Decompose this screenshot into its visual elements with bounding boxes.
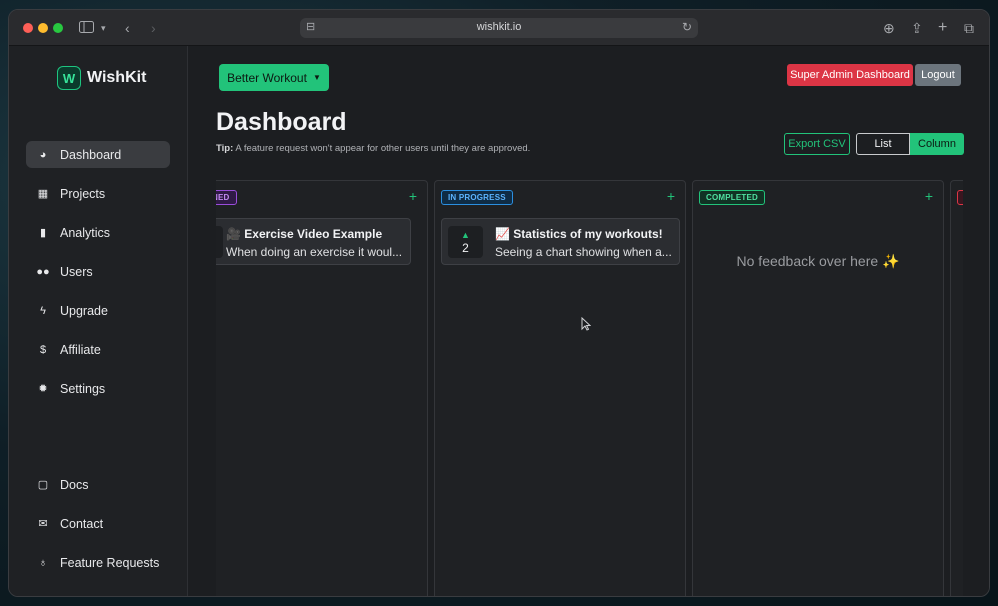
url-text: wishkit.io bbox=[476, 21, 522, 33]
sidebar-item-docs[interactable]: ▢ Docs bbox=[26, 471, 170, 498]
sidebar-item-upgrade[interactable]: ϟ Upgrade bbox=[26, 297, 170, 324]
page-title: Dashboard bbox=[216, 108, 347, 136]
list-view-button[interactable]: List bbox=[856, 133, 910, 155]
sidebar-item-label: Projects bbox=[60, 186, 106, 201]
minimize-window-button[interactable] bbox=[38, 23, 48, 33]
sidebar-item-label: Feature Requests bbox=[60, 555, 160, 570]
sidebar-item-label: Upgrade bbox=[60, 303, 108, 318]
caret-down-icon: ▼ bbox=[312, 73, 321, 82]
reload-icon[interactable]: ↻ bbox=[682, 20, 692, 34]
sidebar-toggle-icon[interactable] bbox=[79, 19, 94, 37]
project-selector-button[interactable]: Better Workout ▼ bbox=[219, 64, 329, 91]
tip-message: A feature request won't appear for other… bbox=[235, 143, 531, 154]
palette-icon: ◕ bbox=[39, 148, 47, 161]
card-description: Seeing a chart showing when a... bbox=[495, 245, 672, 259]
lightbulb-icon: ♁ bbox=[38, 556, 48, 569]
logout-button[interactable]: Logout bbox=[915, 64, 961, 86]
sidebar-item-contact[interactable]: ✉ Contact bbox=[26, 510, 170, 537]
grid-icon: ▦ bbox=[37, 188, 49, 200]
feedback-card[interactable]: 🎥 Exercise Video Example When doing an e… bbox=[216, 218, 411, 265]
sidebar-item-projects[interactable]: ▦ Projects bbox=[26, 180, 170, 207]
browser-window: ▾ ‹ › ⊟ wishkit.io ↻ ⊕ ⇪ + ⧉ W WishKit ◕… bbox=[8, 9, 990, 597]
column-view-button[interactable]: Column bbox=[910, 133, 964, 155]
bolt-icon: ϟ bbox=[40, 304, 46, 317]
board-column-in-progress: IN PROGRESS + ▲ 2 📈 Statistics of my wor… bbox=[434, 180, 686, 596]
sidebar-item-dashboard[interactable]: ◕ Dashboard bbox=[26, 141, 170, 168]
add-feedback-icon[interactable]: + bbox=[409, 188, 417, 204]
feedback-card[interactable]: ▲ 2 📈 Statistics of my workouts! Seeing … bbox=[441, 218, 680, 265]
column-status-badge: NED bbox=[216, 190, 237, 205]
docs-icon: ▢ bbox=[37, 479, 49, 491]
empty-column-message: No feedback over here ✨ bbox=[736, 253, 900, 269]
sidebar-item-affiliate[interactable]: $ Affiliate bbox=[26, 336, 170, 363]
sidebar-item-label: Users bbox=[60, 264, 93, 279]
card-description: When doing an exercise it woul... bbox=[226, 245, 403, 259]
sidebar-item-label: Analytics bbox=[60, 225, 111, 240]
column-status-badge: IN PROGRESS bbox=[441, 190, 513, 205]
download-icon[interactable]: ⊕ bbox=[883, 19, 895, 37]
gear-icon: ✹ bbox=[38, 383, 48, 395]
envelope-icon: ✉ bbox=[38, 518, 48, 530]
share-icon[interactable]: ⇪ bbox=[911, 19, 923, 37]
title-bar: ▾ ‹ › ⊟ wishkit.io ↻ ⊕ ⇪ + ⧉ bbox=[9, 10, 989, 46]
kanban-board[interactable]: NED + 🎥 Exercise Video Example When doin… bbox=[216, 180, 963, 596]
add-feedback-icon[interactable]: + bbox=[667, 188, 675, 204]
card-title: 📈 Statistics of my workouts! bbox=[495, 227, 663, 241]
sidebar-item-label: Dashboard bbox=[60, 147, 122, 162]
upvote-button[interactable]: ▲ 2 bbox=[448, 226, 483, 258]
upvote-arrow-icon: ▲ bbox=[461, 230, 470, 240]
board-column-planned: NED + 🎥 Exercise Video Example When doin… bbox=[216, 180, 428, 596]
add-feedback-icon[interactable]: + bbox=[925, 188, 933, 204]
zoom-window-button[interactable] bbox=[53, 23, 63, 33]
new-tab-icon[interactable]: + bbox=[938, 19, 947, 37]
sidebar-item-settings[interactable]: ✹ Settings bbox=[26, 375, 170, 402]
back-icon[interactable]: ‹ bbox=[125, 19, 130, 37]
sidebar-item-label: Settings bbox=[60, 381, 106, 396]
address-bar[interactable]: ⊟ wishkit.io ↻ bbox=[300, 18, 698, 38]
tip-label: Tip: bbox=[216, 143, 234, 154]
view-toggle: List Column bbox=[856, 133, 964, 155]
tab-overview-icon[interactable]: ⧉ bbox=[964, 19, 974, 37]
board-column-next bbox=[950, 180, 963, 596]
tip-text: Tip: A feature request won't appear for … bbox=[216, 143, 530, 154]
column-status-badge: COMPLETED bbox=[699, 190, 766, 205]
brand-logo[interactable]: W WishKit bbox=[57, 66, 146, 90]
sidebar-item-analytics[interactable]: ▮ Analytics bbox=[26, 219, 170, 246]
board-column-completed: COMPLETED + No feedback over here ✨ bbox=[692, 180, 944, 596]
sidebar-item-label: Docs bbox=[60, 477, 89, 492]
project-selector-label: Better Workout bbox=[227, 70, 307, 85]
sidebar-item-label: Affiliate bbox=[60, 342, 101, 357]
sidebar: W WishKit ◕ Dashboard ▦ Projects ▮ Analy… bbox=[9, 46, 188, 596]
brand-name: WishKit bbox=[87, 69, 147, 86]
super-admin-dashboard-button[interactable]: Super Admin Dashboard bbox=[787, 64, 913, 86]
sidebar-item-feature-requests[interactable]: ♁ Feature Requests bbox=[26, 549, 170, 576]
upvote-button[interactable] bbox=[216, 226, 223, 258]
forward-icon[interactable]: › bbox=[151, 19, 156, 37]
close-window-button[interactable] bbox=[23, 23, 33, 33]
users-icon: ●● bbox=[36, 265, 50, 278]
wishkit-logo-icon: W bbox=[57, 66, 81, 90]
chevron-down-icon[interactable]: ▾ bbox=[101, 19, 106, 37]
sidebar-item-label: Contact bbox=[60, 516, 104, 531]
mouse-cursor-icon bbox=[581, 317, 591, 331]
column-status-badge bbox=[957, 190, 963, 205]
card-title: 🎥 Exercise Video Example bbox=[226, 227, 383, 241]
vote-count: 2 bbox=[462, 241, 469, 255]
bar-chart-icon: ▮ bbox=[39, 227, 47, 239]
export-csv-button[interactable]: Export CSV bbox=[784, 133, 850, 155]
sidebar-item-users[interactable]: ●● Users bbox=[26, 258, 170, 285]
dollar-icon: $ bbox=[39, 343, 47, 356]
